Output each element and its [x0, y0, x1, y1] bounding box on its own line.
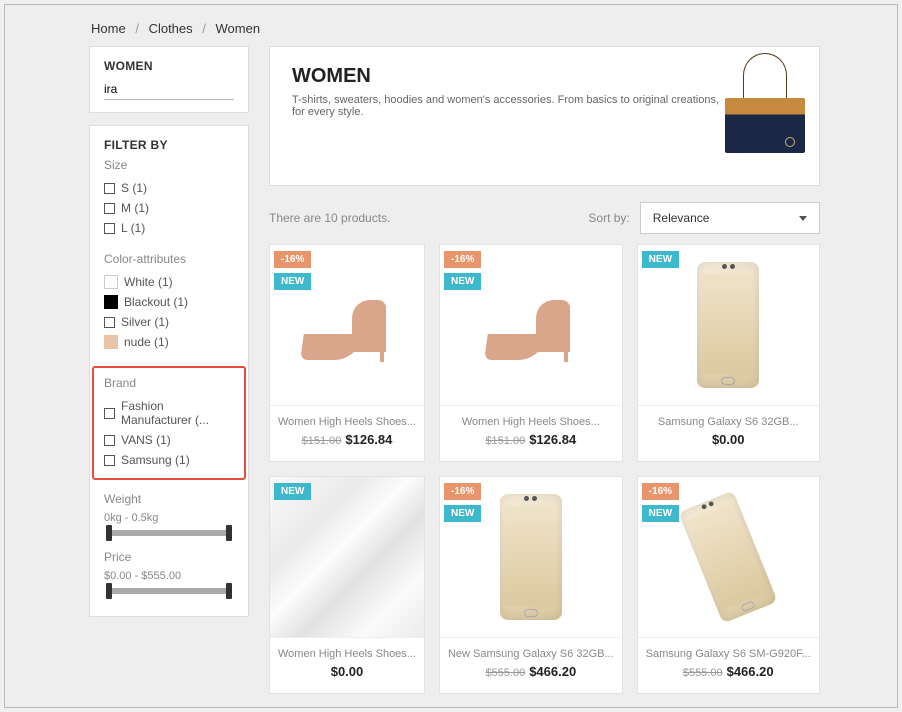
- product-price: $0.00: [278, 664, 416, 679]
- discount-badge: -16%: [444, 483, 481, 500]
- product-name: Samsung Galaxy S6 32GB...: [646, 416, 811, 428]
- toolbar: There are 10 products. Sort by: Relevanc…: [269, 202, 820, 234]
- product-oldprice: $555.00: [485, 667, 525, 679]
- filter-brand-fashion[interactable]: Fashion Manufacturer (...: [104, 396, 234, 430]
- product-image: NEW: [270, 477, 424, 637]
- product-name: New Samsung Galaxy S6 32GB...: [448, 648, 614, 660]
- caret-down-icon: [799, 216, 807, 221]
- discount-badge: -16%: [642, 483, 679, 500]
- product-image: -16% NEW: [638, 477, 819, 637]
- filter-price-range: $0.00 - $555.00: [104, 570, 234, 582]
- product-price: $0.00: [646, 432, 811, 447]
- checkbox-icon: [104, 455, 115, 466]
- filter-size-m[interactable]: M (1): [104, 198, 234, 218]
- product-price: $555.00$466.20: [646, 664, 811, 679]
- breadcrumb-clothes[interactable]: Clothes: [149, 21, 193, 36]
- hero-title: WOMEN: [292, 65, 721, 88]
- filter-weight-range: 0kg - 0.5kg: [104, 512, 234, 524]
- filter-block: FILTER BY Size S (1) M (1) L (1) Color-a…: [89, 125, 249, 617]
- product-name: Women High Heels Shoes...: [278, 416, 416, 428]
- bag-icon: [721, 65, 796, 153]
- new-badge: NEW: [444, 505, 481, 522]
- checkbox-icon: [104, 435, 115, 446]
- filter-weight-label: Weight: [104, 492, 234, 506]
- category-hero: WOMEN T-shirts, sweaters, hoodies and wo…: [269, 46, 820, 186]
- filter-color-nude[interactable]: nude (1): [104, 332, 234, 352]
- category-block: WOMEN: [89, 46, 249, 113]
- slider-handle-min[interactable]: [106, 583, 112, 599]
- product-image: -16% NEW: [440, 477, 622, 637]
- product-card[interactable]: NEW Women High Heels Shoes... $0.00: [269, 476, 425, 694]
- filter-color-blackout[interactable]: Blackout (1): [104, 292, 234, 312]
- filter-size: Size S (1) M (1) L (1): [104, 158, 234, 238]
- product-count: There are 10 products.: [269, 211, 390, 225]
- slider-handle-max[interactable]: [226, 525, 232, 541]
- breadcrumb-home[interactable]: Home: [91, 21, 126, 36]
- filter-size-s[interactable]: S (1): [104, 178, 234, 198]
- checkbox-icon: [104, 183, 115, 194]
- product-oldprice: $555.00: [683, 667, 723, 679]
- filter-size-l[interactable]: L (1): [104, 218, 234, 238]
- product-card[interactable]: NEW Samsung Galaxy S6 32GB... $0.00: [637, 244, 820, 462]
- product-name: Women High Heels Shoes...: [278, 648, 416, 660]
- product-price: $555.00$466.20: [448, 664, 614, 679]
- product-card[interactable]: -16% NEW New Samsung Galaxy S6 32GB... $555…: [439, 476, 623, 694]
- filter-brand-samsung[interactable]: Samsung (1): [104, 450, 234, 470]
- checkbox-icon: [104, 223, 115, 234]
- filter-price: Price $0.00 - $555.00: [104, 550, 234, 594]
- filter-color: Color-attributes White (1) Blackout (1) …: [104, 252, 234, 352]
- checkbox-icon: [104, 203, 115, 214]
- hero-subtitle: T-shirts, sweaters, hoodies and women's …: [292, 94, 721, 118]
- category-title: WOMEN: [104, 59, 234, 73]
- slider-handle-max[interactable]: [226, 583, 232, 599]
- checkbox-icon: [104, 408, 115, 419]
- price-slider[interactable]: [108, 588, 230, 594]
- new-badge: NEW: [274, 273, 311, 290]
- product-name: Samsung Galaxy S6 SM-G920F...: [646, 648, 811, 660]
- new-badge: NEW: [274, 483, 311, 500]
- product-image: -16% NEW: [270, 245, 424, 405]
- product-oldprice: $151.00: [302, 435, 342, 447]
- breadcrumb-women[interactable]: Women: [216, 21, 261, 36]
- weight-slider[interactable]: [108, 530, 230, 536]
- filter-brand-highlight: Brand Fashion Manufacturer (... VANS (1)…: [92, 366, 246, 480]
- product-image: -16% NEW: [440, 245, 622, 405]
- breadcrumb-sep: /: [202, 21, 206, 36]
- filter-color-silver[interactable]: Silver (1): [104, 312, 234, 332]
- filter-price-label: Price: [104, 550, 234, 564]
- new-badge: NEW: [444, 273, 481, 290]
- search-input[interactable]: [104, 79, 234, 100]
- filter-brand-label: Brand: [104, 376, 234, 390]
- filter-size-label: Size: [104, 158, 234, 172]
- sort-select[interactable]: Relevance: [640, 202, 820, 234]
- checkbox-icon: [104, 317, 115, 328]
- product-image: NEW: [638, 245, 819, 405]
- sort-value: Relevance: [653, 211, 710, 225]
- breadcrumb-sep: /: [135, 21, 139, 36]
- product-card[interactable]: -16% NEW Women High Heels Shoes... $151.00$…: [269, 244, 425, 462]
- swatch-white-icon: [104, 275, 118, 289]
- discount-badge: -16%: [274, 251, 311, 268]
- filter-color-label: Color-attributes: [104, 252, 234, 266]
- slider-handle-min[interactable]: [106, 525, 112, 541]
- new-badge: NEW: [642, 251, 679, 268]
- filter-by-title: FILTER BY: [104, 138, 234, 152]
- product-price: $151.00$126.84: [448, 432, 614, 447]
- product-name: Women High Heels Shoes...: [448, 416, 614, 428]
- discount-badge: -16%: [444, 251, 481, 268]
- sortby-label: Sort by:: [588, 211, 629, 225]
- product-price: $151.00$126.84: [278, 432, 416, 447]
- filter-color-white[interactable]: White (1): [104, 272, 234, 292]
- product-card[interactable]: -16% NEW Women High Heels Shoes... $151.00$…: [439, 244, 623, 462]
- filter-weight: Weight 0kg - 0.5kg: [104, 492, 234, 536]
- swatch-nude-icon: [104, 335, 118, 349]
- product-card[interactable]: -16% NEW Samsung Galaxy S6 SM-G920F... $555…: [637, 476, 820, 694]
- product-grid: -16%NEWWomen High Heels Shoes...$151.00$…: [269, 244, 820, 694]
- breadcrumb: Home / Clothes / Women: [5, 5, 897, 46]
- filter-brand-vans[interactable]: VANS (1): [104, 430, 234, 450]
- product-oldprice: $151.00: [485, 435, 525, 447]
- swatch-black-icon: [104, 295, 118, 309]
- new-badge: NEW: [642, 505, 679, 522]
